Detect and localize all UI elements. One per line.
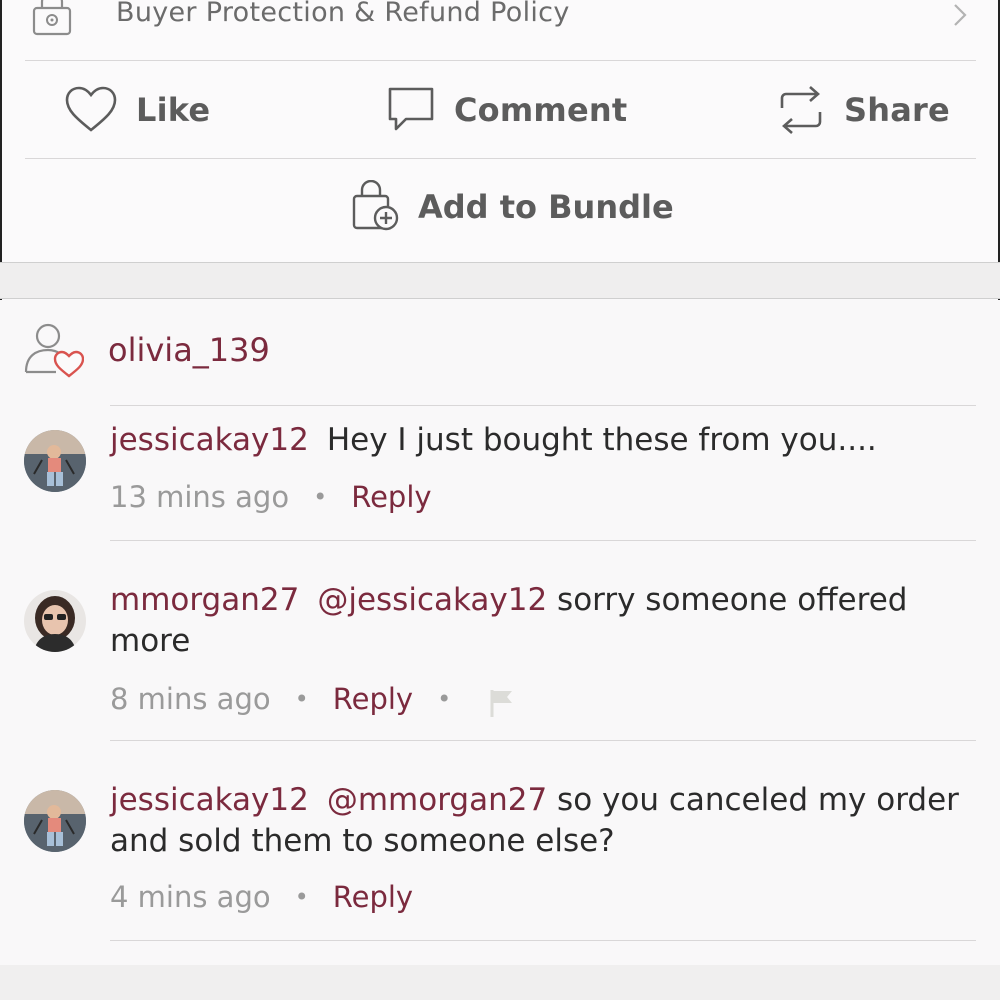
reply-button[interactable]: Reply (351, 480, 431, 514)
like-label: Like (136, 91, 211, 129)
chevron-right-icon (954, 4, 967, 26)
comment-label: Comment (454, 91, 628, 129)
comment-mention[interactable]: @mmorgan27 (327, 782, 547, 818)
add-to-bundle-label: Add to Bundle (418, 188, 674, 226)
liked-by-user[interactable]: olivia_139 (24, 322, 270, 378)
share-button[interactable]: Share (776, 78, 950, 142)
comment-message: Hey I just bought these from you.... (326, 422, 877, 458)
comment-username[interactable]: jessicakay12 (110, 422, 309, 458)
lock-icon (32, 0, 72, 36)
reply-button[interactable]: Reply (333, 682, 413, 716)
comment-text: jessicakay12 @mmorgan27 so you canceled m… (110, 780, 980, 862)
comment-text: mmorgan27 @jessicakay12 sorry someone off… (110, 580, 980, 662)
flag-icon[interactable] (489, 688, 515, 718)
user-heart-icon (24, 323, 84, 378)
like-button[interactable]: Like (64, 78, 210, 142)
divider (25, 158, 976, 159)
section-separator (0, 262, 1000, 299)
bottom-separator (0, 965, 1000, 1000)
comment-button[interactable]: Comment (386, 78, 627, 142)
divider (110, 740, 976, 741)
divider (110, 405, 976, 406)
comment-item: jessicakay12 @mmorgan27 so you canceled m… (24, 780, 984, 940)
comment-meta: 13 mins ago • Reply (110, 480, 432, 514)
comment-item: jessicakay12 Hey I just bought these from… (24, 420, 984, 540)
reply-button[interactable]: Reply (333, 880, 413, 914)
comment-text: jessicakay12 Hey I just bought these from… (110, 420, 980, 461)
comment-icon (388, 87, 434, 131)
comment-item: mmorgan27 @jessicakay12 sorry someone off… (24, 580, 984, 740)
avatar[interactable] (24, 430, 86, 492)
buyer-protection-row[interactable]: Buyer Protection & Refund Policy (0, 0, 1000, 60)
divider (110, 540, 976, 541)
separator-dot: • (294, 685, 309, 713)
heart-icon (65, 86, 117, 132)
avatar[interactable] (24, 790, 86, 852)
comment-timestamp: 13 mins ago (110, 480, 290, 514)
comment-username[interactable]: jessicakay12 (110, 782, 309, 818)
liked-by-username[interactable]: olivia_139 (108, 331, 270, 369)
separator-dot: • (294, 883, 309, 911)
add-to-bundle-button[interactable]: Add to Bundle (350, 180, 674, 234)
comment-mention[interactable]: @jessicakay12 (317, 582, 547, 618)
comment-timestamp: 4 mins ago (110, 880, 271, 914)
share-label: Share (844, 91, 950, 129)
separator-dot: • (313, 483, 328, 511)
comment-timestamp: 8 mins ago (110, 682, 271, 716)
separator-dot: • (437, 685, 452, 713)
share-icon (780, 86, 822, 134)
bundle-bag-icon (352, 180, 399, 231)
divider (25, 60, 976, 61)
avatar[interactable] (24, 590, 86, 652)
comment-meta: 4 mins ago • Reply (110, 880, 413, 914)
buyer-protection-label: Buyer Protection & Refund Policy (116, 0, 570, 28)
divider (110, 940, 976, 941)
comment-meta: 8 mins ago • Reply • (110, 680, 515, 718)
comment-username[interactable]: mmorgan27 (110, 582, 299, 618)
